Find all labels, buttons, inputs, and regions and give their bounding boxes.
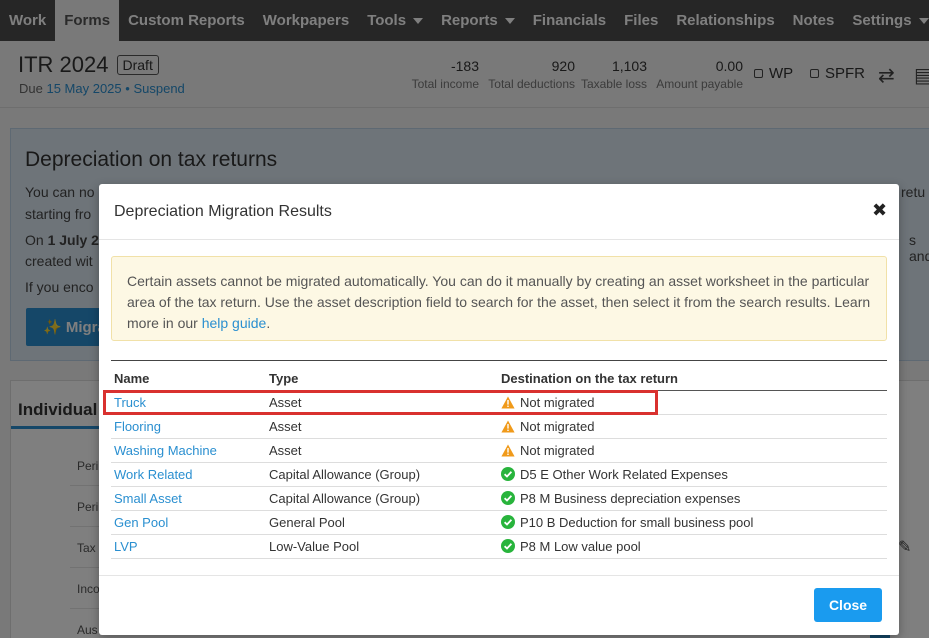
warning-icon <box>501 419 520 434</box>
asset-name-link[interactable]: Work Related <box>111 462 266 487</box>
asset-name-link[interactable]: Gen Pool <box>111 510 266 535</box>
table-row: Gen Pool General Pool P10 B Deduction for … <box>111 510 887 535</box>
destination-text: D5 E Other Work Related Expenses <box>520 467 728 482</box>
asset-name-link[interactable]: Washing Machine <box>111 438 266 463</box>
destination-cell: P8 M Business depreciation expenses <box>498 486 887 511</box>
asset-name-link[interactable]: Small Asset <box>111 486 266 511</box>
asset-type: Low-Value Pool <box>266 534 498 559</box>
check-circle-icon <box>501 467 520 482</box>
asset-type: General Pool <box>266 510 498 535</box>
column-header-name: Name <box>114 371 150 386</box>
table-row: Washing Machine Asset Not migrated <box>111 438 887 463</box>
check-circle-icon <box>501 491 520 506</box>
check-circle-icon <box>501 539 520 554</box>
table-header-row: Name Type Destination on the tax return <box>111 360 887 391</box>
help-guide-link[interactable]: help guide <box>202 315 267 331</box>
destination-text: P10 B Deduction for small business pool <box>520 515 754 530</box>
destination-text: P8 M Business depreciation expenses <box>520 491 741 506</box>
migration-results-dialog: Depreciation Migration Results ✖ Certain… <box>99 184 899 635</box>
column-header-destination: Destination on the tax return <box>501 371 678 386</box>
divider <box>99 575 899 576</box>
destination-cell: P8 M Low value pool <box>498 534 887 559</box>
table-row: LVP Low-Value Pool P8 M Low value pool <box>111 534 887 559</box>
destination-text: Not migrated <box>520 419 595 434</box>
asset-type: Capital Allowance (Group) <box>266 486 498 511</box>
close-icon[interactable]: ✖ <box>872 200 887 221</box>
destination-text: Not migrated <box>520 443 595 458</box>
destination-cell: Not migrated <box>498 438 887 463</box>
asset-name-link[interactable]: Flooring <box>111 414 266 439</box>
close-button[interactable]: Close <box>814 588 882 622</box>
destination-cell: Not migrated <box>498 414 887 439</box>
table-row: Flooring Asset Not migrated <box>111 414 887 439</box>
table-row: Work Related Capital Allowance (Group) D5 … <box>111 462 887 487</box>
alert-text-end: . <box>266 315 271 331</box>
warning-icon <box>501 443 520 458</box>
asset-type: Asset <box>266 414 498 439</box>
divider <box>99 239 899 240</box>
migration-warning-alert: Certain assets cannot be migrated automa… <box>111 256 887 341</box>
asset-name-link[interactable]: LVP <box>111 534 266 559</box>
asset-type: Asset <box>266 438 498 463</box>
destination-cell: P10 B Deduction for small business pool <box>498 510 887 535</box>
highlight-box <box>103 390 658 415</box>
destination-text: P8 M Low value pool <box>520 539 641 554</box>
dialog-title: Depreciation Migration Results <box>114 203 332 220</box>
column-header-type: Type <box>269 371 299 386</box>
check-circle-icon <box>501 515 520 530</box>
asset-type: Capital Allowance (Group) <box>266 462 498 487</box>
destination-cell: D5 E Other Work Related Expenses <box>498 462 887 487</box>
table-row: Small Asset Capital Allowance (Group) P8 M… <box>111 486 887 511</box>
